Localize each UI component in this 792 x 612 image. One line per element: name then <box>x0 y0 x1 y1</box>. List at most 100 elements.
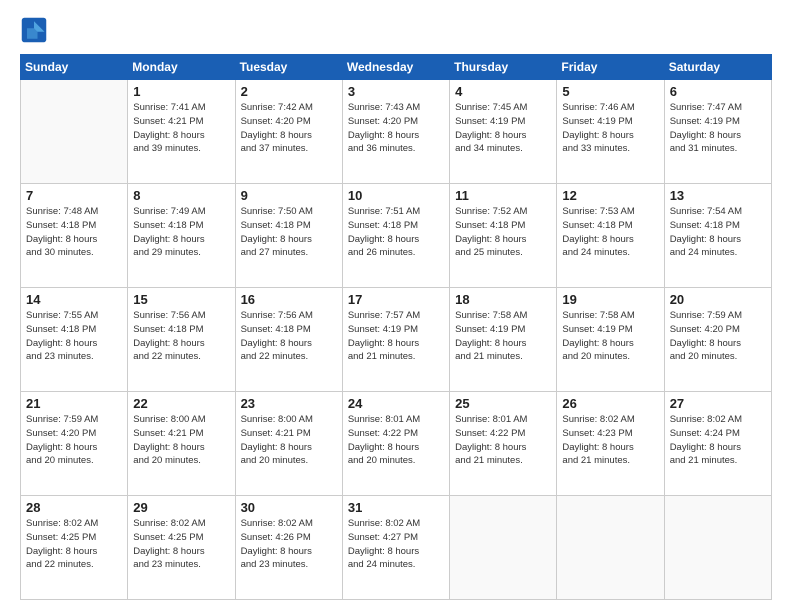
day-info: Sunrise: 7:51 AM Sunset: 4:18 PM Dayligh… <box>348 205 444 260</box>
header <box>20 16 772 44</box>
day-number: 27 <box>670 396 766 411</box>
calendar-table: SundayMondayTuesdayWednesdayThursdayFrid… <box>20 54 772 600</box>
calendar-cell: 6Sunrise: 7:47 AM Sunset: 4:19 PM Daylig… <box>664 80 771 184</box>
calendar-cell: 30 Sunrise: 8:02 AM Sunset: 4:26 PM Dayli… <box>235 496 342 600</box>
calendar-cell: 10 Sunrise: 7:51 AM Sunset: 4:18 PM Dayli… <box>342 184 449 288</box>
calendar-cell: 19Sunrise: 7:58 AM Sunset: 4:19 PM Dayli… <box>557 288 664 392</box>
day-info: Sunrise: 8:02 AM Sunset: 4:27 PM Dayligh… <box>348 517 444 572</box>
day-info: Sunrise: 7:56 AM Sunset: 4:18 PM Dayligh… <box>133 309 229 364</box>
day-number: 2 <box>241 84 337 99</box>
day-number: 19 <box>562 292 658 307</box>
day-number: 25 <box>455 396 551 411</box>
calendar-cell: 4 Sunrise: 7:45 AM Sunset: 4:19 PM Daylig… <box>450 80 557 184</box>
day-number: 20 <box>670 292 766 307</box>
calendar-cell: 3 Sunrise: 7:43 AM Sunset: 4:20 PM Daylig… <box>342 80 449 184</box>
calendar-cell: 21 Sunrise: 7:59 AM Sunset: 4:20 PM Dayli… <box>21 392 128 496</box>
day-number: 4 <box>455 84 551 99</box>
day-info: Sunrise: 7:43 AM Sunset: 4:20 PM Dayligh… <box>348 101 444 156</box>
day-info: Sunrise: 7:59 AM Sunset: 4:20 PM Dayligh… <box>26 413 122 468</box>
calendar-cell: 31 Sunrise: 8:02 AM Sunset: 4:27 PM Dayli… <box>342 496 449 600</box>
calendar-cell: 16 Sunrise: 7:56 AM Sunset: 4:18 PM Dayli… <box>235 288 342 392</box>
day-number: 31 <box>348 500 444 515</box>
calendar-cell: 8 Sunrise: 7:49 AM Sunset: 4:18 PM Daylig… <box>128 184 235 288</box>
calendar-cell: 24 Sunrise: 8:01 AM Sunset: 4:22 PM Dayli… <box>342 392 449 496</box>
day-info: Sunrise: 7:42 AM Sunset: 4:20 PM Dayligh… <box>241 101 337 156</box>
calendar-cell: 5 Sunrise: 7:46 AM Sunset: 4:19 PM Daylig… <box>557 80 664 184</box>
day-info: Sunrise: 8:01 AM Sunset: 4:22 PM Dayligh… <box>348 413 444 468</box>
day-number: 21 <box>26 396 122 411</box>
calendar-cell: 23 Sunrise: 8:00 AM Sunset: 4:21 PM Dayli… <box>235 392 342 496</box>
logo-icon <box>20 16 48 44</box>
calendar-cell <box>664 496 771 600</box>
weekday-header-sunday: Sunday <box>21 55 128 80</box>
weekday-header-row: SundayMondayTuesdayWednesdayThursdayFrid… <box>21 55 772 80</box>
calendar-cell: 11Sunrise: 7:52 AM Sunset: 4:18 PM Dayli… <box>450 184 557 288</box>
week-row-4: 21 Sunrise: 7:59 AM Sunset: 4:20 PM Dayli… <box>21 392 772 496</box>
day-info: Sunrise: 7:50 AM Sunset: 4:18 PM Dayligh… <box>241 205 337 260</box>
day-number: 5 <box>562 84 658 99</box>
day-info: Sunrise: 8:00 AM Sunset: 4:21 PM Dayligh… <box>133 413 229 468</box>
day-number: 22 <box>133 396 229 411</box>
day-number: 13 <box>670 188 766 203</box>
day-info: Sunrise: 7:49 AM Sunset: 4:18 PM Dayligh… <box>133 205 229 260</box>
day-number: 23 <box>241 396 337 411</box>
calendar-cell: 15Sunrise: 7:56 AM Sunset: 4:18 PM Dayli… <box>128 288 235 392</box>
day-info: Sunrise: 7:53 AM Sunset: 4:18 PM Dayligh… <box>562 205 658 260</box>
weekday-header-tuesday: Tuesday <box>235 55 342 80</box>
calendar-cell: 18 Sunrise: 7:58 AM Sunset: 4:19 PM Dayli… <box>450 288 557 392</box>
day-info: Sunrise: 8:00 AM Sunset: 4:21 PM Dayligh… <box>241 413 337 468</box>
day-number: 8 <box>133 188 229 203</box>
day-info: Sunrise: 8:02 AM Sunset: 4:25 PM Dayligh… <box>133 517 229 572</box>
calendar-cell: 29 Sunrise: 8:02 AM Sunset: 4:25 PM Dayli… <box>128 496 235 600</box>
day-info: Sunrise: 7:47 AM Sunset: 4:19 PM Dayligh… <box>670 101 766 156</box>
weekday-header-thursday: Thursday <box>450 55 557 80</box>
week-row-3: 14Sunrise: 7:55 AM Sunset: 4:18 PM Dayli… <box>21 288 772 392</box>
day-number: 30 <box>241 500 337 515</box>
day-number: 12 <box>562 188 658 203</box>
calendar-cell: 25 Sunrise: 8:01 AM Sunset: 4:22 PM Dayli… <box>450 392 557 496</box>
day-number: 16 <box>241 292 337 307</box>
day-info: Sunrise: 7:46 AM Sunset: 4:19 PM Dayligh… <box>562 101 658 156</box>
weekday-header-friday: Friday <box>557 55 664 80</box>
calendar-cell: 2 Sunrise: 7:42 AM Sunset: 4:20 PM Daylig… <box>235 80 342 184</box>
day-info: Sunrise: 8:02 AM Sunset: 4:25 PM Dayligh… <box>26 517 122 572</box>
weekday-header-saturday: Saturday <box>664 55 771 80</box>
weekday-header-wednesday: Wednesday <box>342 55 449 80</box>
day-number: 24 <box>348 396 444 411</box>
day-number: 10 <box>348 188 444 203</box>
week-row-1: 1Sunrise: 7:41 AM Sunset: 4:21 PM Daylig… <box>21 80 772 184</box>
day-number: 3 <box>348 84 444 99</box>
week-row-5: 28 Sunrise: 8:02 AM Sunset: 4:25 PM Dayli… <box>21 496 772 600</box>
calendar-cell: 7 Sunrise: 7:48 AM Sunset: 4:18 PM Daylig… <box>21 184 128 288</box>
calendar-cell: 26Sunrise: 8:02 AM Sunset: 4:23 PM Dayli… <box>557 392 664 496</box>
day-number: 28 <box>26 500 122 515</box>
day-number: 18 <box>455 292 551 307</box>
day-info: Sunrise: 7:41 AM Sunset: 4:21 PM Dayligh… <box>133 101 229 156</box>
day-info: Sunrise: 8:02 AM Sunset: 4:26 PM Dayligh… <box>241 517 337 572</box>
day-number: 7 <box>26 188 122 203</box>
calendar-cell: 22 Sunrise: 8:00 AM Sunset: 4:21 PM Dayli… <box>128 392 235 496</box>
day-info: Sunrise: 7:57 AM Sunset: 4:19 PM Dayligh… <box>348 309 444 364</box>
weekday-header-monday: Monday <box>128 55 235 80</box>
day-number: 29 <box>133 500 229 515</box>
day-info: Sunrise: 8:01 AM Sunset: 4:22 PM Dayligh… <box>455 413 551 468</box>
day-info: Sunrise: 7:56 AM Sunset: 4:18 PM Dayligh… <box>241 309 337 364</box>
day-info: Sunrise: 7:48 AM Sunset: 4:18 PM Dayligh… <box>26 205 122 260</box>
page: SundayMondayTuesdayWednesdayThursdayFrid… <box>0 0 792 612</box>
week-row-2: 7 Sunrise: 7:48 AM Sunset: 4:18 PM Daylig… <box>21 184 772 288</box>
day-info: Sunrise: 7:45 AM Sunset: 4:19 PM Dayligh… <box>455 101 551 156</box>
calendar-cell <box>450 496 557 600</box>
day-number: 11 <box>455 188 551 203</box>
calendar-cell <box>21 80 128 184</box>
day-info: Sunrise: 7:58 AM Sunset: 4:19 PM Dayligh… <box>455 309 551 364</box>
calendar-cell: 13Sunrise: 7:54 AM Sunset: 4:18 PM Dayli… <box>664 184 771 288</box>
calendar-cell: 9Sunrise: 7:50 AM Sunset: 4:18 PM Daylig… <box>235 184 342 288</box>
day-info: Sunrise: 8:02 AM Sunset: 4:24 PM Dayligh… <box>670 413 766 468</box>
calendar-cell: 20 Sunrise: 7:59 AM Sunset: 4:20 PM Dayli… <box>664 288 771 392</box>
day-number: 17 <box>348 292 444 307</box>
day-info: Sunrise: 8:02 AM Sunset: 4:23 PM Dayligh… <box>562 413 658 468</box>
calendar-cell: 12 Sunrise: 7:53 AM Sunset: 4:18 PM Dayli… <box>557 184 664 288</box>
day-info: Sunrise: 7:59 AM Sunset: 4:20 PM Dayligh… <box>670 309 766 364</box>
calendar-cell: 14Sunrise: 7:55 AM Sunset: 4:18 PM Dayli… <box>21 288 128 392</box>
day-info: Sunrise: 7:55 AM Sunset: 4:18 PM Dayligh… <box>26 309 122 364</box>
